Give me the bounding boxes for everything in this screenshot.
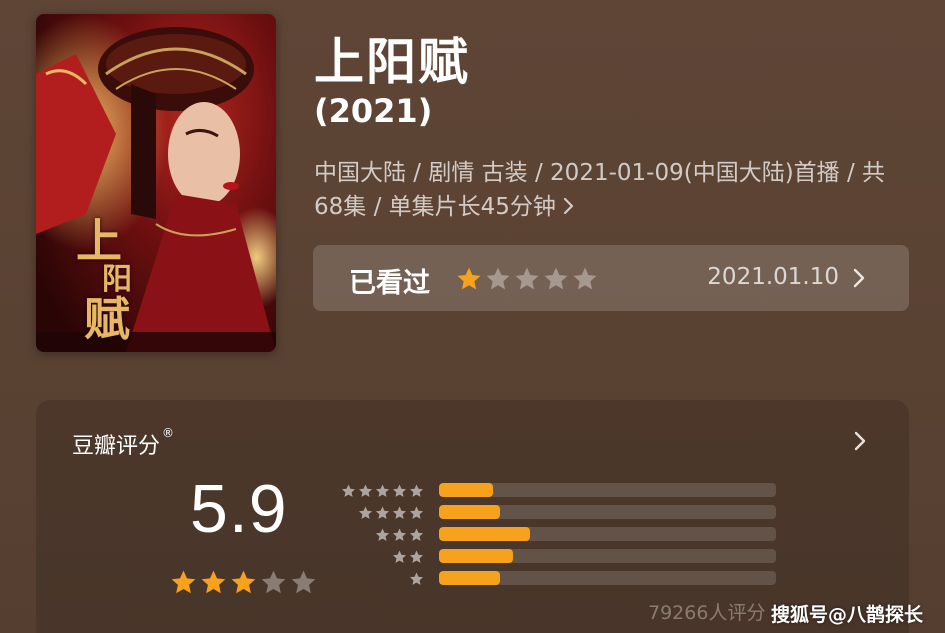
watched-status-bar[interactable]: 已看过 2021.01.10	[313, 245, 909, 311]
distribution-star-label	[357, 505, 425, 521]
star-icon	[408, 527, 425, 543]
movie-year: (2021)	[314, 92, 433, 130]
chevron-right-icon	[854, 431, 866, 451]
movie-detail-page: 上 阳 赋 上阳赋 (2021) 中国大陆 / 剧情 古装 / 2021-01-…	[0, 0, 945, 633]
star-icon	[374, 527, 391, 543]
distribution-bar-track	[439, 549, 776, 563]
distribution-bar-track	[439, 483, 776, 497]
distribution-bar-fill	[439, 505, 500, 519]
star-empty-icon	[542, 265, 570, 293]
star-icon	[408, 571, 425, 587]
star-empty-icon	[289, 568, 318, 597]
star-filled-icon	[169, 568, 198, 597]
star-icon	[391, 527, 408, 543]
my-rating-stars[interactable]	[455, 265, 599, 293]
star-icon	[340, 483, 357, 499]
distribution-bar-fill	[439, 549, 514, 563]
distribution-bar-fill	[439, 527, 530, 541]
star-filled-icon	[199, 568, 228, 597]
registered-mark: ®	[162, 426, 175, 440]
rating-distribution-row-1-star	[341, 570, 781, 586]
star-icon	[391, 505, 408, 521]
star-icon	[374, 505, 391, 521]
rating-distribution-row-4-star	[341, 504, 781, 520]
star-icon	[357, 483, 374, 499]
poster-title-calligraphy: 上 阳 赋	[76, 214, 132, 346]
movie-title: 上阳赋	[314, 33, 470, 91]
distribution-bar-track	[439, 527, 776, 541]
rating-vote-count[interactable]: 79266人评分	[648, 598, 765, 625]
distribution-bar-track	[439, 571, 776, 585]
star-icon	[391, 483, 408, 499]
star-filled-icon	[229, 568, 258, 597]
distribution-bar-fill	[439, 483, 493, 497]
star-icon	[357, 505, 374, 521]
chevron-right-icon	[853, 268, 865, 288]
star-filled-icon	[455, 265, 483, 293]
rating-title-text: 豆瓣评分	[72, 434, 161, 459]
rating-distribution-row-2-star	[341, 548, 781, 564]
movie-meta-info[interactable]: 中国大陆 / 剧情 古装 / 2021-01-09(中国大陆)首播 / 共68集…	[314, 156, 904, 224]
star-icon	[374, 483, 391, 499]
movie-poster[interactable]: 上 阳 赋	[36, 14, 276, 352]
poster-artwork	[36, 14, 276, 352]
star-icon	[408, 505, 425, 521]
star-empty-icon	[513, 265, 541, 293]
distribution-star-label	[374, 527, 425, 543]
star-icon	[408, 483, 425, 499]
watched-date: 2021.01.10	[707, 264, 839, 290]
watched-label: 已看过	[349, 268, 430, 299]
douban-rating-card[interactable]: 豆瓣评分® 5.9 79266人评分	[36, 400, 909, 633]
rating-score-stars	[169, 568, 318, 597]
distribution-star-label	[408, 571, 425, 587]
distribution-bar-fill	[439, 571, 500, 585]
rating-title: 豆瓣评分®	[72, 426, 175, 460]
star-empty-icon	[259, 568, 288, 597]
distribution-star-label	[340, 483, 425, 499]
distribution-star-label	[391, 549, 425, 565]
watermark: 搜狐号@八鹊探长	[770, 604, 923, 626]
rating-score: 5.9	[190, 471, 288, 547]
distribution-bar-track	[439, 505, 776, 519]
chevron-right-icon	[562, 190, 576, 224]
star-empty-icon	[571, 265, 599, 293]
star-empty-icon	[484, 265, 512, 293]
star-icon	[408, 549, 425, 565]
rating-distribution-row-5-star	[341, 482, 781, 498]
movie-meta-text: 中国大陆 / 剧情 古装 / 2021-01-09(中国大陆)首播 / 共68集…	[314, 160, 886, 220]
star-icon	[391, 549, 408, 565]
rating-distribution-row-3-star	[341, 526, 781, 542]
